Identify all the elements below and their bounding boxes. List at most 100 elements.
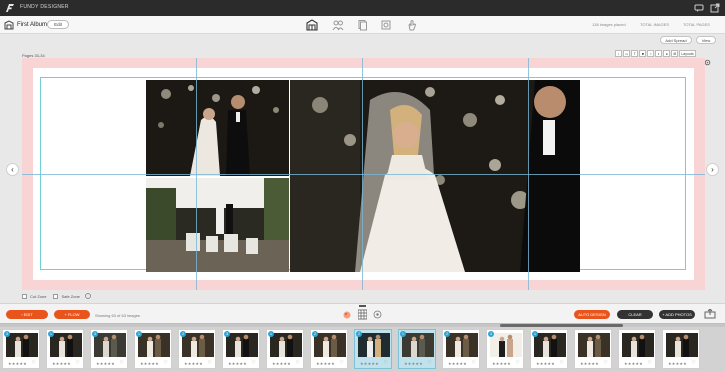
filmstrip-thumbnail[interactable]: 3 ★★★★★ ♡ [2,329,40,369]
hand-mode-icon[interactable] [406,19,418,31]
view-button[interactable]: View [696,36,716,44]
image-filmstrip[interactable]: 3 ★★★★★ ♡ 1 ★★★★★ ♡ 3 ★★★★★ ♡ 1 ★★★★★ ♡ 2 ★★★★★ ♡ 3 ★★★★… [0,323,725,372]
star-rating[interactable]: ★★★★★ [448,361,467,366]
filmstrip-thumbnail[interactable]: ★★★★★ ♡ [574,329,612,369]
usage-count-badge: 2 [356,331,362,337]
star-rating[interactable]: ★★★★★ [52,361,71,366]
star-rating[interactable]: ★★★★★ [272,361,291,366]
star-rating[interactable]: ★★★★★ [228,361,247,366]
photo-couple-chairs[interactable] [146,178,289,272]
heart-icon[interactable]: ♡ [472,361,476,366]
filmstrip-scrollbar[interactable] [0,324,725,327]
star-rating[interactable]: ★★★★★ [184,361,203,366]
usage-count-badge: 2 [312,331,318,337]
star-rating[interactable]: ★★★★★ [96,361,115,366]
heart-icon[interactable]: ♡ [120,361,124,366]
filmstrip-thumbnail[interactable]: 1 ★★★★★ ♡ [266,329,304,369]
tool-dot[interactable]: ● [663,50,671,57]
photo-bride-main[interactable] [290,80,580,272]
star-rating[interactable]: ★★★★★ [536,361,555,366]
filmstrip-thumbnail[interactable]: 1 ★★★★★ ♡ [398,329,436,369]
filmstrip-thumbnail[interactable]: 3 ★★★★★ ♡ [90,329,128,369]
help-icon[interactable] [85,293,91,299]
star-rating[interactable]: ★★★★★ [492,361,511,366]
add-photos-button[interactable]: + ADD PHOTOS [659,310,695,319]
heart-icon[interactable]: ♡ [164,361,168,366]
star-rating[interactable]: ★★★★★ [140,361,159,366]
filmstrip-thumbnail[interactable]: 3 ★★★★★ ♡ [222,329,260,369]
heart-icon[interactable]: ♡ [560,361,564,366]
heart-icon[interactable]: ♡ [340,361,344,366]
filter-icon[interactable] [373,310,382,319]
thumbnail-image [622,333,654,357]
filmstrip-thumbnail[interactable]: 1 ★★★★★ ♡ [134,329,172,369]
filmstrip-thumbnail[interactable]: 1 ★★★★★ ♡ [530,329,568,369]
heart-icon[interactable]: ♡ [252,361,256,366]
tool-text[interactable]: T [631,50,639,57]
pages-mode-icon[interactable] [356,19,368,31]
star-rating[interactable]: ★★★★★ [668,361,687,366]
star-rating[interactable]: ★★★★★ [624,361,643,366]
album-icon [4,20,14,30]
heart-icon[interactable]: ♡ [208,361,212,366]
filmstrip-thumbnail[interactable]: 3 ★★★★★ ♡ [486,329,524,369]
filmstrip-thumbnail[interactable]: 2 ★★★★★ ♡ [442,329,480,369]
tool-blend[interactable]: ◐ [655,50,663,57]
chat-icon[interactable] [694,3,704,13]
tool-grid[interactable]: ⊞ [671,50,679,57]
heart-icon[interactable]: ♡ [296,361,300,366]
external-link-icon[interactable] [710,3,720,13]
grid-view-icon[interactable] [358,305,367,321]
filmstrip-scroll-thumb[interactable] [500,324,623,327]
usage-count-badge: 3 [4,331,10,337]
usage-count-badge: 3 [224,331,230,337]
color-palette-icon[interactable] [343,311,351,319]
filmstrip-thumbnail[interactable]: 2 ★★★★★ ♡ [178,329,216,369]
heart-icon[interactable]: ♡ [648,361,652,366]
star-rating[interactable]: ★★★★★ [316,361,335,366]
cover-mode-icon[interactable] [380,19,392,31]
album-spread[interactable] [22,58,705,290]
settings-gear-icon[interactable] [704,59,711,66]
flow-button[interactable]: + FLOW [54,310,90,319]
star-rating[interactable]: ★★★★★ [580,361,599,366]
previous-spread-arrow[interactable]: ‹ [6,163,19,176]
heart-icon[interactable]: ♡ [76,361,80,366]
auto-design-button[interactable]: AUTO DESIGN [574,310,610,319]
filmstrip-thumbnail[interactable]: ★★★★★ ♡ [662,329,700,369]
export-icon[interactable] [704,309,716,319]
tool-swap[interactable]: ↕ [615,50,622,57]
heart-icon[interactable]: ♡ [428,361,432,366]
filmstrip-thumbnail[interactable]: 2 ★★★★★ ♡ [354,329,392,369]
tool-fill[interactable]: ■ [639,50,647,57]
add-spread-button[interactable]: Add Spread [660,36,692,44]
heart-icon[interactable]: ♡ [692,361,696,366]
usage-count-badge: 2 [444,331,450,337]
filmstrip-thumbnail[interactable]: 2 ★★★★★ ♡ [310,329,348,369]
photo-couple-twirl[interactable] [146,80,289,176]
tool-frame[interactable]: ▭ [623,50,631,57]
star-rating[interactable]: ★★★★★ [404,361,423,366]
edit-images-button[interactable]: ‹ EDIT [6,310,48,319]
safe-zone-checkbox[interactable] [53,293,59,299]
cut-zone-checkbox[interactable] [22,293,27,299]
star-rating[interactable]: ★★★★★ [8,361,27,366]
heart-icon[interactable]: ♡ [384,361,388,366]
layouts-button[interactable]: Layouts [679,50,696,57]
heart-icon[interactable]: ♡ [604,361,608,366]
heart-icon[interactable]: ♡ [516,361,520,366]
star-rating[interactable]: ★★★★★ [360,361,379,366]
usage-count-badge: 1 [532,331,538,337]
tool-shape[interactable]: ▪ [647,50,655,57]
couple-mode-icon[interactable] [332,19,344,31]
bottom-toolbar: ‹ EDIT + FLOW Showing 63 of 63 images AU… [0,303,725,323]
fundy-logo-icon [6,4,14,12]
filmstrip-thumbnail[interactable]: 1 ★★★★★ ♡ [46,329,84,369]
showing-count: Showing 63 of 63 images [95,313,140,318]
album-design-mode-icon[interactable] [306,19,318,31]
clear-button[interactable]: CLEAR [617,310,653,319]
filmstrip-thumbnail[interactable]: ★★★★★ ♡ [618,329,656,369]
edit-album-button[interactable]: Edit [47,20,69,29]
next-spread-arrow[interactable]: › [706,163,719,176]
heart-icon[interactable]: ♡ [32,361,36,366]
